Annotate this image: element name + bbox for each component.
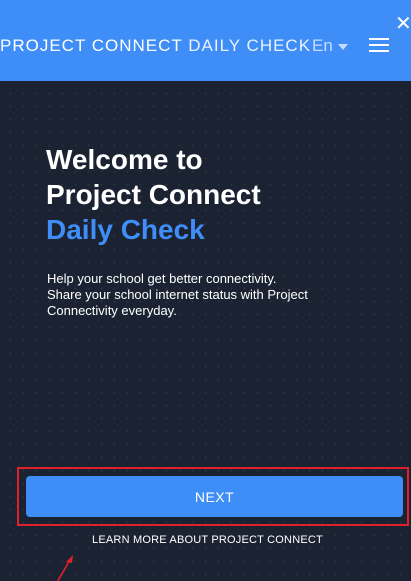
description-line-2: Share your school internet status with P…	[47, 287, 308, 302]
learn-more-link[interactable]: LEARN MORE ABOUT PROJECT CONNECT	[0, 534, 411, 546]
welcome-description: Help your school get better connectivity…	[47, 271, 367, 319]
brand-project-connect: PROJECT CONNECT	[0, 36, 183, 55]
chevron-down-icon	[337, 43, 348, 50]
next-button[interactable]: NEXT	[26, 476, 403, 517]
description-line-1: Help your school get better connectivity…	[47, 271, 277, 286]
annotation-arrow-icon	[56, 555, 73, 581]
welcome-line-3: Daily Check	[46, 214, 205, 245]
welcome-line-2: Project Connect	[46, 179, 261, 210]
brand-title: PROJECT CONNECT DAILY CHECK	[0, 36, 311, 56]
language-selector[interactable]: En	[312, 36, 348, 56]
welcome-line-1: Welcome to	[46, 144, 203, 175]
description-line-3: Connectivity everyday.	[47, 303, 177, 318]
hamburger-menu-icon[interactable]	[369, 38, 389, 52]
app-header: PROJECT CONNECT DAILY CHECK En ✕	[0, 0, 411, 81]
close-icon[interactable]: ✕	[395, 11, 411, 35]
brand-daily-check: DAILY CHECK	[188, 36, 312, 55]
language-value: En	[312, 36, 333, 55]
welcome-heading: Welcome to Project Connect Daily Check	[46, 142, 261, 247]
